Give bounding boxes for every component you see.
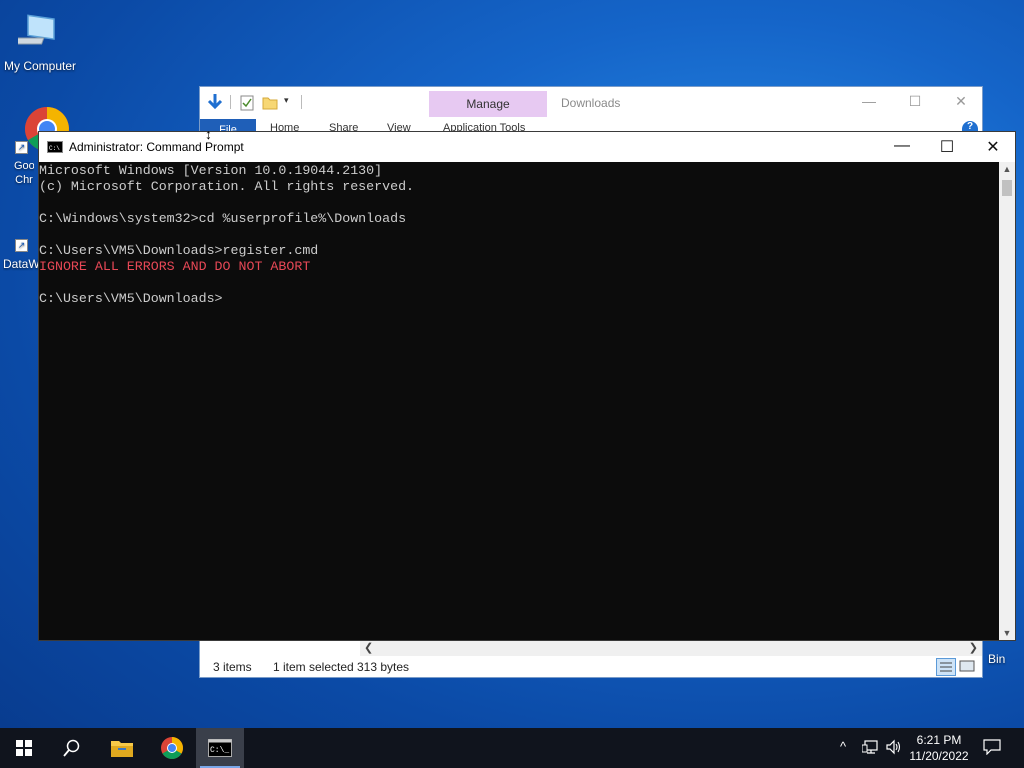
window-title: Downloads [561,96,621,110]
show-hidden-icons-chevron-icon[interactable]: ^ [840,739,846,754]
volume-icon[interactable] [885,739,903,758]
customize-dropdown-icon[interactable]: ▾ [284,95,289,106]
folder-icon [111,741,133,757]
taskbar-command-prompt[interactable]: C:\_ [196,728,244,768]
close-button[interactable]: ✕ [970,137,1016,157]
desktop-icon-my-computer[interactable]: My Computer [0,10,80,73]
start-button[interactable] [0,728,48,768]
minimize-button[interactable]: — [879,137,925,155]
selected-count: 1 item selected [273,660,354,674]
taskbar: C:\_ ^ 6:21 PM 11/20/2022 [0,728,1024,768]
svg-text:C:\: C:\ [49,145,60,152]
horizontal-scrollbar[interactable]: ❮ ❯ [360,640,982,656]
window-title: Administrator: Command Prompt [69,140,244,154]
close-button[interactable]: ✕ [938,93,984,110]
desktop-icon-recycle-bin[interactable]: Bin [982,652,1024,666]
scroll-left-icon[interactable]: ❮ [364,641,373,654]
separator [230,95,231,109]
taskbar-chrome[interactable] [148,728,196,768]
download-arrow-icon[interactable] [207,93,223,114]
scroll-right-icon[interactable]: ❯ [969,641,978,654]
scroll-down-icon[interactable]: ▼ [999,628,1015,638]
cmd-icon: C:\ [47,141,63,156]
properties-check-icon[interactable] [240,95,254,114]
command-prompt-window[interactable]: C:\ Administrator: Command Prompt — ☐ ✕ … [38,131,1016,641]
console-line: (c) Microsoft Corporation. All rights re… [39,179,415,194]
console-line: C:\Users\VM5\Downloads>register.cmd [39,243,319,258]
selected-size: 313 bytes [357,660,410,674]
cmd-icon: C:\_ [208,739,232,757]
system-clock[interactable]: 6:21 PM 11/20/2022 [905,732,973,764]
search-icon [63,739,80,757]
scrollbar-thumb[interactable] [1002,180,1012,196]
resize-cursor-icon: ↕ [205,126,212,142]
svg-text:C:\_: C:\_ [210,746,229,755]
item-count: 3 items [213,660,252,674]
console-line: Microsoft Windows [Version 10.0.19044.21… [39,163,383,178]
search-button[interactable] [48,728,96,768]
title-bar[interactable]: C:\ Administrator: Command Prompt — ☐ ✕ [39,132,1015,162]
console-line: C:\Windows\system32>cd %userprofile%\Dow… [39,211,407,226]
vertical-scrollbar[interactable]: ▲ ▼ [999,162,1015,640]
maximize-button[interactable]: ☐ [924,137,970,157]
desktop-icon-label: DataW [3,257,39,271]
separator [301,95,302,109]
new-folder-icon[interactable] [262,95,278,114]
computer-icon [0,10,80,57]
tab-manage[interactable]: Manage [429,91,547,117]
console-prompt: C:\Users\VM5\Downloads> [39,291,223,306]
network-icon[interactable] [861,739,880,758]
desktop-icon-label: Goo Chr [14,160,34,186]
maximize-button[interactable]: ☐ [892,93,938,110]
taskbar-file-explorer[interactable] [98,728,146,768]
details-view-icon[interactable] [936,658,956,676]
status-bar: 3 items 1 item selected 313 bytes [200,656,982,678]
scroll-up-icon[interactable]: ▲ [999,164,1015,174]
shortcut-arrow-icon: ↗ [15,141,28,154]
notification-icon[interactable] [983,739,1001,758]
desktop-icon-label: My Computer [3,59,77,73]
windows-logo-icon [16,740,32,756]
console-error-line: IGNORE ALL ERRORS AND DO NOT ABORT [39,259,311,274]
console-output[interactable]: Microsoft Windows [Version 10.0.19044.21… [39,162,1001,641]
clock-time: 6:21 PM [916,733,962,747]
desktop-icon-label: Bin [988,652,1006,666]
minimize-button[interactable]: — [846,93,892,109]
shortcut-arrow-icon: ↗ [15,239,28,252]
chrome-icon [161,737,183,759]
large-icons-view-icon[interactable] [958,658,978,676]
clock-date: 11/20/2022 [909,749,969,763]
